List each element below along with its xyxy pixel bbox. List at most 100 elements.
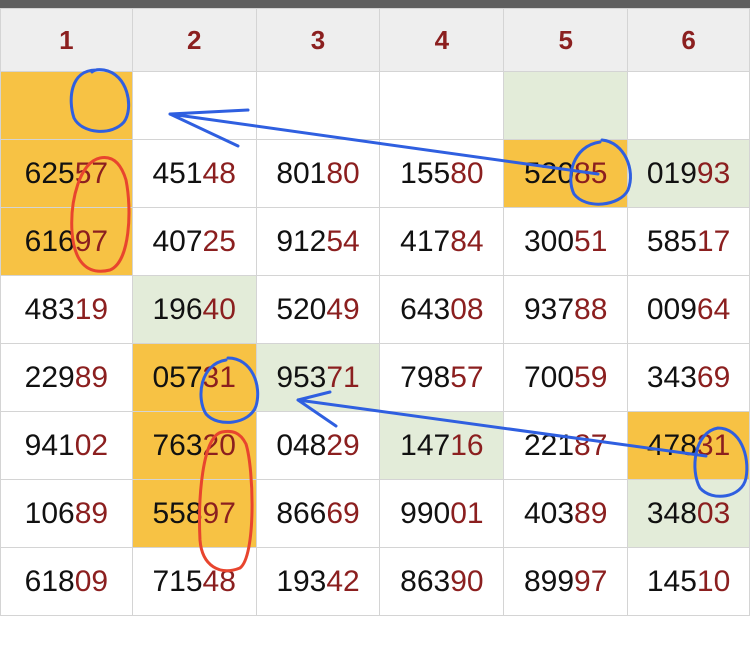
number-cell: 93788 (503, 275, 629, 344)
table-row: 48319 19640 52049 64308 93788 00964 (0, 275, 750, 344)
number-cell: 95371 (255, 343, 381, 412)
number-suffix: 02 (74, 428, 109, 462)
number-cell: 40725 (131, 207, 257, 276)
number-prefix: 196 (152, 292, 203, 326)
column-header-3: 3 (255, 8, 381, 72)
number-suffix: 25 (202, 224, 236, 258)
number-prefix: 801 (276, 156, 327, 190)
number-prefix: 229 (24, 360, 75, 394)
number-cell: 86669 (255, 479, 381, 548)
number-suffix: 49 (326, 292, 360, 326)
number-suffix: 31 (696, 428, 731, 462)
number-suffix: 64 (696, 292, 731, 326)
number-cell: 91254 (255, 207, 381, 276)
number-cell: 55897 (131, 479, 257, 548)
number-suffix: 17 (696, 224, 731, 258)
number-prefix: 520 (276, 292, 327, 326)
number-suffix: 89 (74, 496, 109, 530)
number-prefix: 763 (152, 428, 203, 462)
number-cell: 05731 (131, 343, 257, 412)
number-prefix: 343 (646, 360, 697, 394)
number-suffix: 42 (326, 564, 360, 598)
number-cell: 01993 (627, 139, 750, 208)
number-suffix: 29 (326, 428, 360, 462)
number-cell: 62557 (0, 139, 133, 208)
number-prefix: 009 (646, 292, 697, 326)
blank-cell (131, 71, 257, 140)
results-table: 1 2 3 4 5 6 62557 45148 80180 15580 52085 019… (0, 8, 750, 616)
number-cell: 41784 (379, 207, 505, 276)
number-prefix: 863 (400, 564, 451, 598)
column-header-6: 6 (627, 8, 750, 72)
number-suffix: 31 (202, 360, 236, 394)
number-prefix: 106 (24, 496, 75, 530)
number-prefix: 403 (523, 496, 575, 530)
number-cell: 64308 (379, 275, 505, 344)
number-suffix: 40 (202, 292, 236, 326)
number-prefix: 407 (152, 224, 203, 258)
column-header-2: 2 (131, 8, 257, 72)
number-prefix: 478 (646, 428, 697, 462)
number-cell: 34803 (627, 479, 750, 548)
number-cell: 80180 (255, 139, 381, 208)
blank-cell (503, 71, 629, 140)
number-suffix: 10 (696, 564, 731, 598)
number-prefix: 193 (276, 564, 327, 598)
number-cell: 10689 (0, 479, 133, 548)
column-header-4: 4 (379, 8, 505, 72)
number-suffix: 93 (696, 156, 731, 190)
number-prefix: 019 (646, 156, 697, 190)
number-prefix: 715 (152, 564, 203, 598)
number-prefix: 912 (276, 224, 327, 258)
number-suffix: 80 (326, 156, 360, 190)
number-suffix: 69 (326, 496, 360, 530)
number-suffix: 51 (574, 224, 608, 258)
blank-cell (379, 71, 505, 140)
number-suffix: 97 (574, 564, 608, 598)
number-cell: 40389 (503, 479, 629, 548)
top-bar (0, 0, 750, 8)
number-cell: 14510 (627, 547, 750, 616)
number-suffix: 19 (74, 292, 109, 326)
number-suffix: 85 (574, 156, 608, 190)
number-prefix: 618 (24, 564, 75, 598)
number-cell: 94102 (0, 411, 133, 480)
number-suffix: 90 (450, 564, 484, 598)
number-suffix: 01 (450, 496, 484, 530)
number-prefix: 625 (24, 156, 75, 190)
number-suffix: 97 (202, 496, 236, 530)
number-prefix: 941 (24, 428, 75, 462)
table-row: 22989 05731 95371 79857 70059 34369 (0, 343, 750, 412)
number-suffix: 09 (74, 564, 109, 598)
number-cell: 45148 (131, 139, 257, 208)
table-row: 61697 40725 91254 41784 30051 58517 (0, 207, 750, 276)
number-suffix: 03 (696, 496, 731, 530)
number-suffix: 97 (74, 224, 109, 258)
number-cell: 89997 (503, 547, 629, 616)
number-suffix: 71 (326, 360, 360, 394)
number-suffix: 08 (450, 292, 484, 326)
number-prefix: 700 (523, 360, 575, 394)
number-cell: 19342 (255, 547, 381, 616)
number-prefix: 643 (400, 292, 451, 326)
number-prefix: 155 (400, 156, 451, 190)
number-suffix: 80 (450, 156, 484, 190)
header-row: 1 2 3 4 5 6 (0, 8, 750, 72)
number-suffix: 57 (450, 360, 484, 394)
number-cell: 86390 (379, 547, 505, 616)
number-suffix: 69 (696, 360, 731, 394)
table-row: 61809 71548 19342 86390 89997 14510 (0, 547, 750, 616)
number-suffix: 54 (326, 224, 360, 258)
number-prefix: 585 (646, 224, 697, 258)
number-cell: 22989 (0, 343, 133, 412)
blank-cell (255, 71, 381, 140)
number-prefix: 558 (152, 496, 203, 530)
number-prefix: 520 (523, 156, 575, 190)
number-prefix: 348 (646, 496, 697, 530)
number-prefix: 616 (24, 224, 75, 258)
table-row: 62557 45148 80180 15580 52085 01993 (0, 139, 750, 208)
number-suffix: 87 (574, 428, 608, 462)
number-prefix: 798 (400, 360, 451, 394)
number-prefix: 221 (523, 428, 575, 462)
number-cell: 52049 (255, 275, 381, 344)
